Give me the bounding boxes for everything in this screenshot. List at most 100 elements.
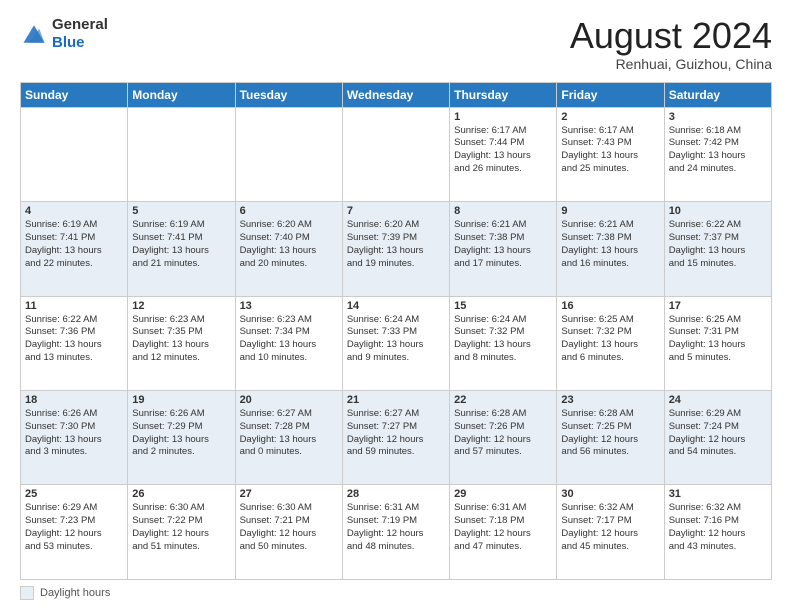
day-info: Sunrise: 6:28 AM Sunset: 7:25 PM Dayligh…: [561, 408, 659, 459]
calendar-table: SundayMondayTuesdayWednesdayThursdayFrid…: [20, 82, 772, 580]
day-number: 31: [669, 488, 767, 500]
day-info: Sunrise: 6:32 AM Sunset: 7:16 PM Dayligh…: [669, 502, 767, 553]
day-number: 29: [454, 488, 552, 500]
day-info: Sunrise: 6:21 AM Sunset: 7:38 PM Dayligh…: [454, 219, 552, 270]
day-info: Sunrise: 6:31 AM Sunset: 7:18 PM Dayligh…: [454, 502, 552, 553]
day-info: Sunrise: 6:17 AM Sunset: 7:44 PM Dayligh…: [454, 125, 552, 176]
calendar-header-saturday: Saturday: [664, 82, 771, 107]
calendar-cell: 26 Sunrise: 6:30 AM Sunset: 7:22 PM Dayli…: [128, 485, 235, 580]
calendar-header-row: SundayMondayTuesdayWednesdayThursdayFrid…: [21, 82, 772, 107]
calendar-week-1: 1Sunrise: 6:17 AM Sunset: 7:44 PM Daylig…: [21, 107, 772, 201]
day-number: 19: [132, 394, 230, 406]
calendar-cell: 5Sunrise: 6:19 AM Sunset: 7:41 PM Daylig…: [128, 202, 235, 296]
day-info: Sunrise: 6:29 AM Sunset: 7:23 PM Dayligh…: [25, 502, 123, 553]
day-info: Sunrise: 6:25 AM Sunset: 7:31 PM Dayligh…: [669, 314, 767, 365]
day-info: Sunrise: 6:30 AM Sunset: 7:21 PM Dayligh…: [240, 502, 338, 553]
day-info: Sunrise: 6:28 AM Sunset: 7:26 PM Dayligh…: [454, 408, 552, 459]
calendar-header-thursday: Thursday: [450, 82, 557, 107]
day-number: 8: [454, 205, 552, 217]
day-info: Sunrise: 6:20 AM Sunset: 7:39 PM Dayligh…: [347, 219, 445, 270]
calendar-header-sunday: Sunday: [21, 82, 128, 107]
day-number: 4: [25, 205, 123, 217]
day-number: 15: [454, 300, 552, 312]
calendar-week-2: 4 Sunrise: 6:19 AM Sunset: 7:41 PM Daylig…: [21, 202, 772, 296]
calendar-cell: 15Sunrise: 6:24 AM Sunset: 7:32 PM Dayli…: [450, 296, 557, 390]
day-info: Sunrise: 6:23 AM Sunset: 7:35 PM Dayligh…: [132, 314, 230, 365]
calendar-cell: 10Sunrise: 6:22 AM Sunset: 7:37 PM Dayli…: [664, 202, 771, 296]
calendar-cell: 17 Sunrise: 6:25 AM Sunset: 7:31 PM Dayli…: [664, 296, 771, 390]
day-number: 17: [669, 300, 767, 312]
day-number: 13: [240, 300, 338, 312]
calendar-cell: 25 Sunrise: 6:29 AM Sunset: 7:23 PM Dayli…: [21, 485, 128, 580]
calendar-cell: 11 Sunrise: 6:22 AM Sunset: 7:36 PM Dayli…: [21, 296, 128, 390]
day-number: 20: [240, 394, 338, 406]
day-info: Sunrise: 6:19 AM Sunset: 7:41 PM Dayligh…: [25, 219, 123, 270]
day-number: 27: [240, 488, 338, 500]
day-number: 18: [25, 394, 123, 406]
logo-line1: General: [52, 16, 108, 34]
calendar-cell: [342, 107, 449, 201]
logo-text: General Blue: [52, 16, 108, 52]
calendar-cell: 7 Sunrise: 6:20 AM Sunset: 7:39 PM Daylig…: [342, 202, 449, 296]
logo: General Blue: [20, 16, 108, 52]
day-info: Sunrise: 6:27 AM Sunset: 7:27 PM Dayligh…: [347, 408, 445, 459]
day-number: 30: [561, 488, 659, 500]
calendar-cell: 6 Sunrise: 6:20 AM Sunset: 7:40 PM Daylig…: [235, 202, 342, 296]
footer: Daylight hours: [20, 586, 772, 600]
day-number: 26: [132, 488, 230, 500]
calendar-cell: 21Sunrise: 6:27 AM Sunset: 7:27 PM Dayli…: [342, 391, 449, 485]
legend-label: Daylight hours: [40, 587, 110, 599]
calendar-cell: 22 Sunrise: 6:28 AM Sunset: 7:26 PM Dayli…: [450, 391, 557, 485]
day-number: 12: [132, 300, 230, 312]
calendar-cell: 23Sunrise: 6:28 AM Sunset: 7:25 PM Dayli…: [557, 391, 664, 485]
calendar-cell: 2 Sunrise: 6:17 AM Sunset: 7:43 PM Daylig…: [557, 107, 664, 201]
calendar-cell: 19 Sunrise: 6:26 AM Sunset: 7:29 PM Dayli…: [128, 391, 235, 485]
calendar-cell: [21, 107, 128, 201]
day-info: Sunrise: 6:27 AM Sunset: 7:28 PM Dayligh…: [240, 408, 338, 459]
day-info: Sunrise: 6:30 AM Sunset: 7:22 PM Dayligh…: [132, 502, 230, 553]
day-info: Sunrise: 6:17 AM Sunset: 7:43 PM Dayligh…: [561, 125, 659, 176]
day-info: Sunrise: 6:25 AM Sunset: 7:32 PM Dayligh…: [561, 314, 659, 365]
day-info: Sunrise: 6:31 AM Sunset: 7:19 PM Dayligh…: [347, 502, 445, 553]
day-number: 28: [347, 488, 445, 500]
calendar-header-friday: Friday: [557, 82, 664, 107]
day-number: 11: [25, 300, 123, 312]
day-number: 25: [25, 488, 123, 500]
day-info: Sunrise: 6:26 AM Sunset: 7:29 PM Dayligh…: [132, 408, 230, 459]
day-number: 3: [669, 111, 767, 123]
calendar-cell: 9Sunrise: 6:21 AM Sunset: 7:38 PM Daylig…: [557, 202, 664, 296]
day-info: Sunrise: 6:22 AM Sunset: 7:36 PM Dayligh…: [25, 314, 123, 365]
header: General Blue August 2024 Renhuai, Guizho…: [20, 16, 772, 72]
calendar-cell: 16 Sunrise: 6:25 AM Sunset: 7:32 PM Dayli…: [557, 296, 664, 390]
calendar-cell: 12 Sunrise: 6:23 AM Sunset: 7:35 PM Dayli…: [128, 296, 235, 390]
calendar-cell: 28 Sunrise: 6:31 AM Sunset: 7:19 PM Dayli…: [342, 485, 449, 580]
calendar-header-monday: Monday: [128, 82, 235, 107]
day-number: 6: [240, 205, 338, 217]
day-info: Sunrise: 6:18 AM Sunset: 7:42 PM Dayligh…: [669, 125, 767, 176]
calendar-cell: 27 Sunrise: 6:30 AM Sunset: 7:21 PM Dayli…: [235, 485, 342, 580]
day-info: Sunrise: 6:26 AM Sunset: 7:30 PM Dayligh…: [25, 408, 123, 459]
day-number: 2: [561, 111, 659, 123]
day-number: 22: [454, 394, 552, 406]
location: Renhuai, Guizhou, China: [570, 56, 772, 72]
page: General Blue August 2024 Renhuai, Guizho…: [0, 0, 792, 612]
day-number: 9: [561, 205, 659, 217]
calendar-cell: 1Sunrise: 6:17 AM Sunset: 7:44 PM Daylig…: [450, 107, 557, 201]
calendar-cell: 14 Sunrise: 6:24 AM Sunset: 7:33 PM Dayli…: [342, 296, 449, 390]
calendar-week-4: 18 Sunrise: 6:26 AM Sunset: 7:30 PM Dayli…: [21, 391, 772, 485]
calendar-cell: [128, 107, 235, 201]
day-info: Sunrise: 6:24 AM Sunset: 7:33 PM Dayligh…: [347, 314, 445, 365]
title-block: August 2024 Renhuai, Guizhou, China: [570, 16, 772, 72]
calendar-cell: 8 Sunrise: 6:21 AM Sunset: 7:38 PM Daylig…: [450, 202, 557, 296]
day-number: 16: [561, 300, 659, 312]
month-title: August 2024: [570, 16, 772, 56]
calendar-cell: 13Sunrise: 6:23 AM Sunset: 7:34 PM Dayli…: [235, 296, 342, 390]
calendar-week-5: 25 Sunrise: 6:29 AM Sunset: 7:23 PM Dayli…: [21, 485, 772, 580]
calendar-cell: [235, 107, 342, 201]
legend-box: [20, 586, 34, 600]
day-number: 7: [347, 205, 445, 217]
calendar-cell: 3 Sunrise: 6:18 AM Sunset: 7:42 PM Daylig…: [664, 107, 771, 201]
day-number: 14: [347, 300, 445, 312]
day-info: Sunrise: 6:20 AM Sunset: 7:40 PM Dayligh…: [240, 219, 338, 270]
calendar-cell: 24Sunrise: 6:29 AM Sunset: 7:24 PM Dayli…: [664, 391, 771, 485]
